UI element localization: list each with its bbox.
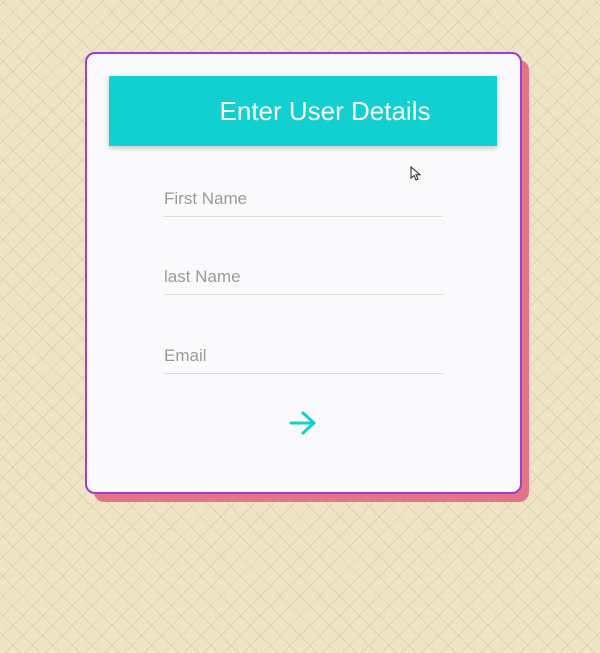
submit-button[interactable] [286, 406, 320, 440]
mouse-pointer-icon [410, 166, 422, 181]
first-name-input[interactable] [164, 182, 443, 217]
email-input[interactable] [164, 339, 443, 374]
last-name-input[interactable] [164, 260, 443, 295]
form-header: Enter User Details [109, 76, 497, 146]
user-details-card: Enter User Details [85, 52, 522, 494]
form-title: Enter User Details [219, 95, 431, 126]
arrow-right-icon [289, 411, 316, 435]
